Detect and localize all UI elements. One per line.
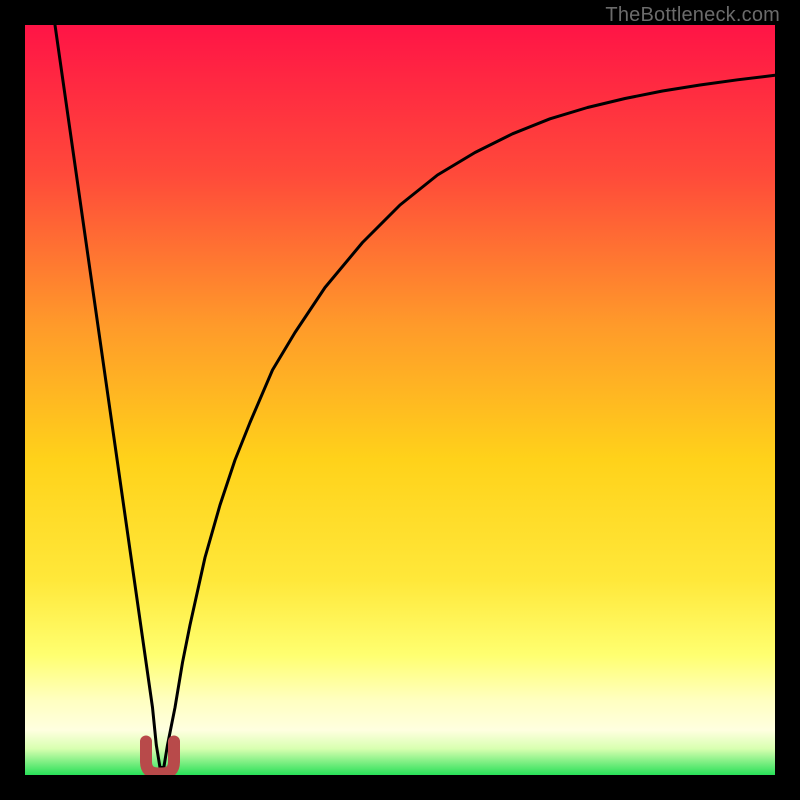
- plot-area: [25, 25, 775, 775]
- watermark-text: TheBottleneck.com: [605, 4, 780, 27]
- gradient-background: [25, 25, 775, 775]
- chart-frame: TheBottleneck.com: [0, 0, 800, 800]
- chart-svg: [25, 25, 775, 775]
